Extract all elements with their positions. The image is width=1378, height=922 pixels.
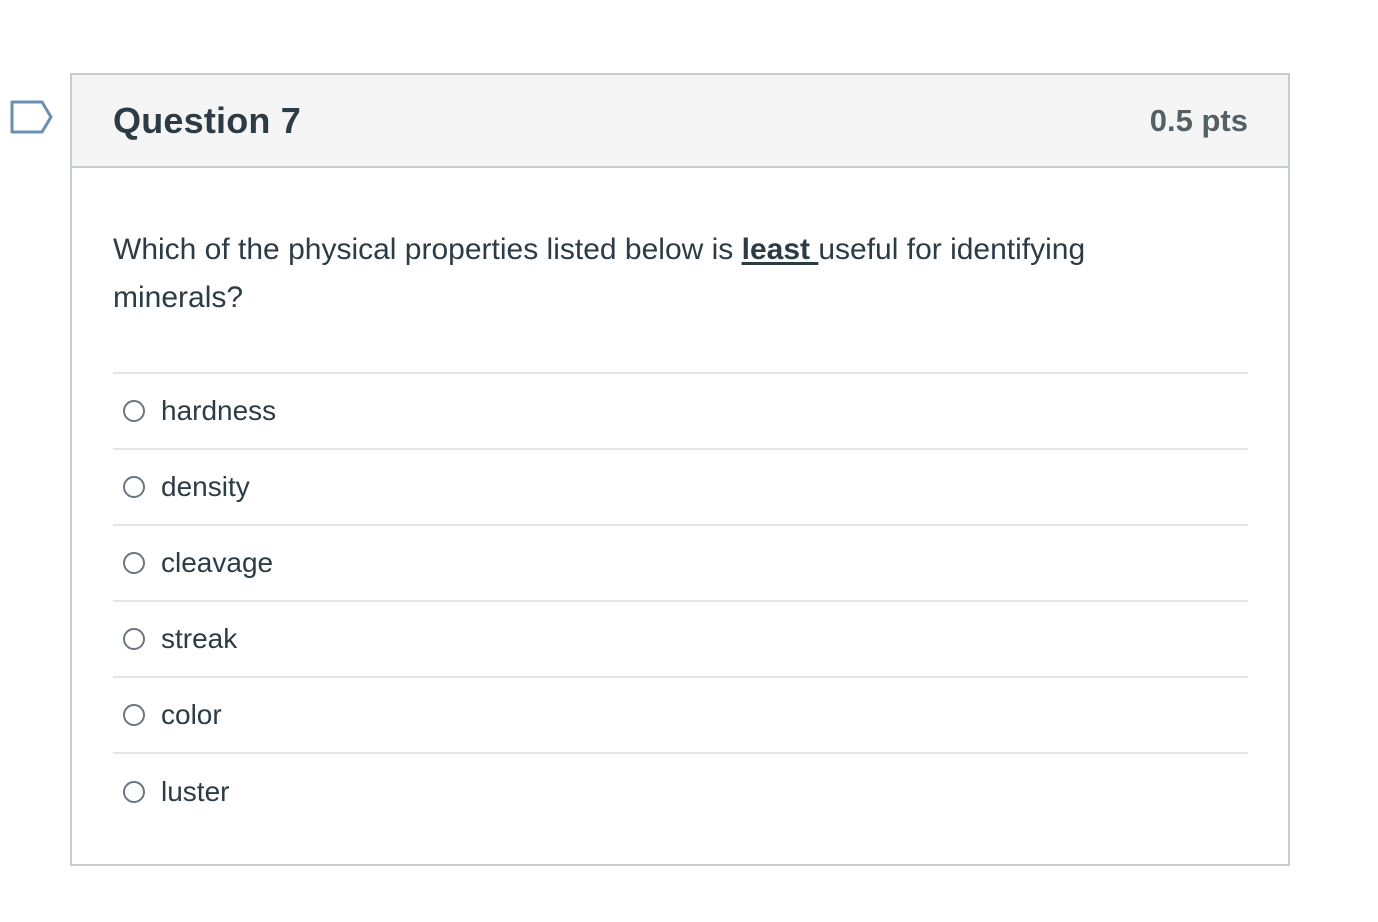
answer-label: color xyxy=(161,699,222,730)
flag-question-icon[interactable] xyxy=(10,100,54,136)
radio-button[interactable] xyxy=(123,628,145,650)
answer-option-cleavage[interactable]: cleavage xyxy=(113,526,1248,602)
question-text: Which of the physical properties listed … xyxy=(113,226,1213,322)
answer-option-luster[interactable]: luster xyxy=(113,754,1248,830)
answer-list: hardness density cleavage streak color l… xyxy=(113,372,1248,830)
radio-button[interactable] xyxy=(123,704,145,726)
answer-label: streak xyxy=(161,623,238,654)
question-card: Question 7 0.5 pts Which of the physical… xyxy=(70,73,1290,866)
radio-button[interactable] xyxy=(123,781,145,803)
answer-label: hardness xyxy=(161,395,277,426)
answer-option-color[interactable]: color xyxy=(113,678,1248,754)
question-title: Question 7 xyxy=(113,99,302,141)
answer-option-density[interactable]: density xyxy=(113,450,1248,526)
answer-label: density xyxy=(161,471,250,502)
radio-button[interactable] xyxy=(123,552,145,574)
radio-button[interactable] xyxy=(123,400,145,422)
answer-option-hardness[interactable]: hardness xyxy=(113,374,1248,450)
radio-button[interactable] xyxy=(123,476,145,498)
question-body: Which of the physical properties listed … xyxy=(72,168,1288,830)
answer-option-streak[interactable]: streak xyxy=(113,602,1248,678)
answer-label: cleavage xyxy=(161,547,274,578)
flag-outline-shape xyxy=(10,100,53,134)
question-points: 0.5 pts xyxy=(1149,102,1248,138)
question-header: Question 7 0.5 pts xyxy=(72,75,1288,168)
question-text-emphasis: least xyxy=(741,233,819,266)
answer-label: luster xyxy=(161,776,230,807)
question-text-before: Which of the physical properties listed … xyxy=(113,233,742,266)
